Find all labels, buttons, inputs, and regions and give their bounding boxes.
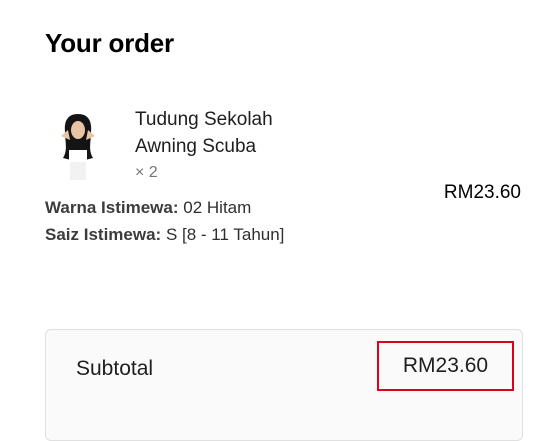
size-label: Saiz Istimewa:	[45, 225, 162, 244]
product-price: RM23.60	[443, 182, 521, 203]
order-item: Tudung Sekolah Awning Scuba × 2 Warna Is…	[45, 100, 525, 280]
order-title: Your order	[45, 28, 174, 58]
order-totals-box: Subtotal RM23.60	[45, 329, 523, 441]
product-variation: Warna Istimewa: 02 Hitam Saiz Istimewa: …	[45, 194, 285, 248]
product-quantity: × 2	[135, 164, 158, 181]
subtotal-value: RM23.60	[377, 341, 514, 391]
subtotal-label: Subtotal	[76, 357, 154, 380]
product-name: Tudung Sekolah Awning Scuba	[135, 109, 273, 157]
color-value: 02 Hitam	[183, 198, 252, 217]
color-label: Warna Istimewa:	[45, 198, 179, 217]
product-thumbnail-icon	[61, 114, 95, 180]
size-value: S [8 - 11 Tahun]	[165, 225, 285, 244]
